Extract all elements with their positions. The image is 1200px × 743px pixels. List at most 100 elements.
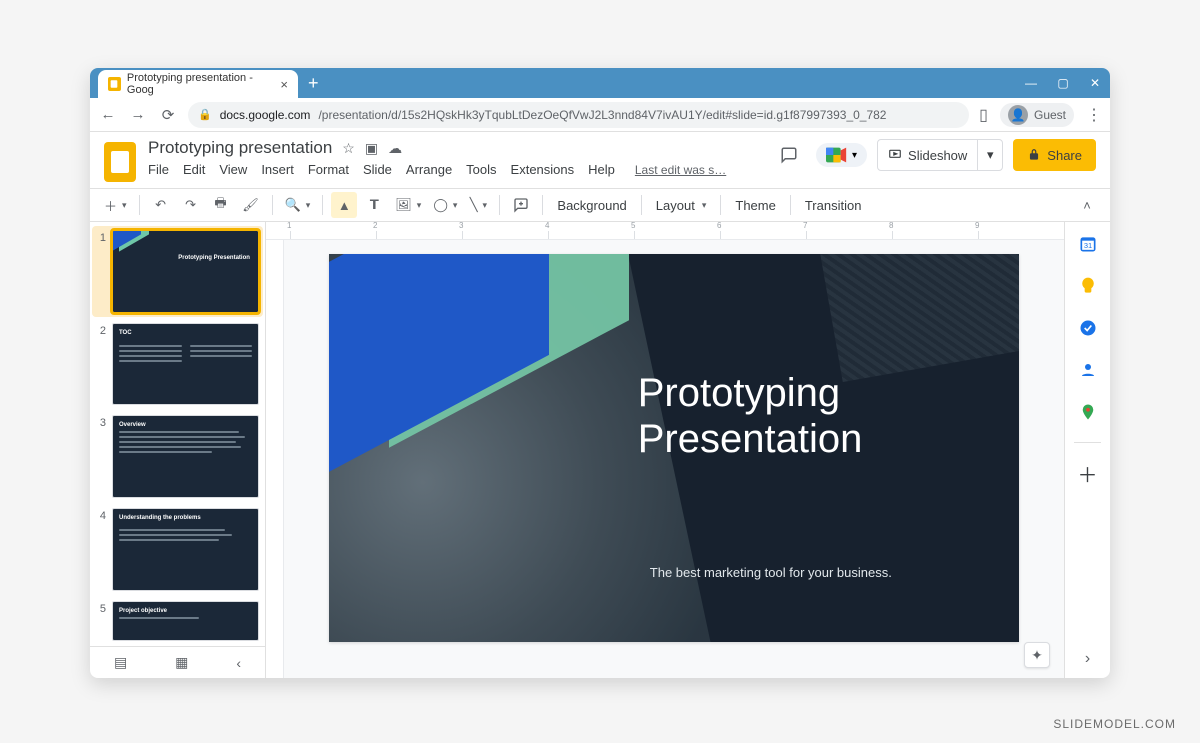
window-maximize-button[interactable]: ▢ (1056, 76, 1070, 90)
canvas-area: 123456789 Prototyping Presentation (266, 222, 1064, 678)
nav-back-button[interactable]: ← (98, 106, 118, 123)
collapse-toolbar-button[interactable]: ˄ (1074, 192, 1100, 218)
ruler-vertical (266, 240, 284, 678)
thumbnail-5[interactable]: 5 Project objective (96, 601, 259, 641)
menu-help[interactable]: Help (588, 162, 615, 177)
new-slide-button[interactable]: ＋ (100, 192, 131, 218)
explore-button[interactable]: ✦ (1024, 642, 1050, 668)
menu-arrange[interactable]: Arrange (406, 162, 452, 177)
thumbnail-3[interactable]: 3 Overview (96, 415, 259, 498)
zoom-button[interactable]: 🔍 (281, 192, 315, 218)
cloud-status-icon[interactable]: ☁ (388, 140, 402, 157)
nav-reload-button[interactable]: ⟳ (158, 106, 178, 124)
chrome-menu-button[interactable]: ⋮ (1086, 105, 1102, 125)
slideshow-label: Slideshow (908, 148, 967, 163)
contacts-icon[interactable] (1076, 358, 1100, 382)
thumb-title: Understanding the problems (119, 515, 252, 521)
tabstrip: Prototyping presentation - Goog × + (90, 70, 329, 98)
menu-format[interactable]: Format (308, 162, 349, 177)
thumb-title: Overview (119, 422, 252, 428)
grid-view-button[interactable]: ▦ (175, 654, 188, 671)
profile-label: Guest (1034, 108, 1066, 122)
thumbnail-list[interactable]: 1 Prototyping Presentation 2 TOC (90, 222, 265, 646)
undo-button[interactable]: ↶ (148, 192, 174, 218)
thumb-number: 3 (96, 415, 106, 498)
share-button[interactable]: Share (1013, 139, 1096, 171)
browser-window: Prototyping presentation - Goog × + — ▢ … (90, 68, 1110, 678)
current-slide[interactable]: Prototyping Presentation The best market… (329, 254, 1019, 642)
last-edit-link[interactable]: Last edit was s… (635, 163, 726, 177)
transition-button[interactable]: Transition (799, 198, 868, 213)
slides-header: Prototyping presentation ☆ ▣ ☁ File Edit… (90, 132, 1110, 182)
url-toolbar: ← → ⟳ 🔒 docs.google.com/presentation/d/1… (90, 98, 1110, 132)
textbox-button[interactable]: 𝗧 (361, 192, 387, 218)
thumbnail-4[interactable]: 4 Understanding the problems (96, 508, 259, 591)
browser-tab-active[interactable]: Prototyping presentation - Goog × (98, 70, 298, 98)
image-button[interactable]: 🖼 (391, 192, 425, 218)
background-button[interactable]: Background (551, 198, 632, 213)
slides-favicon-icon (108, 77, 121, 91)
nav-forward-button[interactable]: → (128, 106, 148, 123)
menu-slide[interactable]: Slide (363, 162, 392, 177)
thumb-title: Project objective (119, 608, 252, 614)
filmstrip-view-button[interactable]: ▤ (114, 654, 127, 671)
layout-button[interactable]: Layout (650, 198, 713, 213)
redo-button[interactable]: ↷ (178, 192, 204, 218)
avatar-icon: 👤 (1008, 105, 1028, 125)
header-actions: ▾ Slideshow ▾ Share (772, 138, 1096, 172)
thumb-number: 1 (96, 230, 106, 313)
theme-button[interactable]: Theme (729, 198, 781, 213)
paint-format-button[interactable]: 🖌 (238, 192, 264, 218)
select-tool-button[interactable]: ▲ (331, 192, 357, 218)
line-button[interactable]: ╲ (465, 192, 491, 218)
shape-button[interactable]: ◯ (429, 192, 461, 218)
thumb-title: Prototyping Presentation (178, 255, 250, 261)
toolbar: ＋ ↶ ↷ 🖶 🖌 🔍 ▲ 𝗧 🖼 ◯ ╲ Background Layout … (90, 188, 1110, 222)
window-minimize-button[interactable]: — (1024, 76, 1038, 90)
slide-stage[interactable]: Prototyping Presentation The best market… (284, 240, 1064, 678)
tab-title: Prototyping presentation - Goog (127, 72, 271, 96)
meet-icon (826, 147, 848, 163)
watermark: SLIDEMODEL.COM (1053, 717, 1176, 731)
comment-add-button[interactable] (508, 192, 534, 218)
menu-file[interactable]: File (148, 162, 169, 177)
new-tab-button[interactable]: + (298, 73, 329, 98)
omnibox[interactable]: 🔒 docs.google.com/presentation/d/15s2HQs… (188, 102, 969, 128)
keep-icon[interactable] (1076, 274, 1100, 298)
rail-collapse-button[interactable]: › (1085, 650, 1090, 668)
panel-toggle-icon[interactable]: ▯ (979, 105, 988, 125)
maps-icon[interactable] (1076, 400, 1100, 424)
calendar-icon[interactable]: 31 (1076, 232, 1100, 256)
print-button[interactable]: 🖶 (208, 192, 234, 218)
profile-chip[interactable]: 👤 Guest (1000, 103, 1074, 127)
chrome-right-controls: ▯ 👤 Guest ⋮ (979, 103, 1102, 127)
slideshow-dropdown[interactable]: ▾ (978, 147, 1002, 163)
comments-button[interactable] (772, 138, 806, 172)
thumbnail-1[interactable]: 1 Prototyping Presentation (92, 226, 263, 317)
doc-title[interactable]: Prototyping presentation (148, 138, 332, 158)
window-controls: — ▢ ✕ (1024, 68, 1110, 98)
slides-app-icon[interactable] (104, 142, 136, 182)
meet-button[interactable]: ▾ (816, 143, 867, 167)
thumbnail-2[interactable]: 2 TOC (96, 323, 259, 406)
share-label: Share (1047, 148, 1082, 163)
window-close-button[interactable]: ✕ (1088, 76, 1102, 90)
tasks-icon[interactable] (1076, 316, 1100, 340)
menu-tools[interactable]: Tools (466, 162, 496, 177)
slideshow-start[interactable]: Slideshow (878, 140, 978, 170)
menu-edit[interactable]: Edit (183, 162, 205, 177)
menu-view[interactable]: View (219, 162, 247, 177)
url-host: docs.google.com (220, 108, 311, 122)
tab-close-icon[interactable]: × (280, 77, 288, 92)
slide-subtitle[interactable]: The best marketing tool for your busines… (650, 565, 892, 580)
slide-title-line1: Prototyping (638, 371, 840, 415)
slide-title[interactable]: Prototyping Presentation (638, 370, 863, 462)
star-icon[interactable]: ☆ (342, 140, 355, 157)
menu-extensions[interactable]: Extensions (511, 162, 575, 177)
ruler-horizontal: 123456789 (266, 222, 1064, 240)
move-icon[interactable]: ▣ (365, 140, 378, 157)
panel-collapse-button[interactable]: ‹ (236, 655, 241, 671)
menu-insert[interactable]: Insert (261, 162, 294, 177)
thumb-number: 4 (96, 508, 106, 591)
addons-button[interactable]: ＋ (1076, 461, 1100, 485)
